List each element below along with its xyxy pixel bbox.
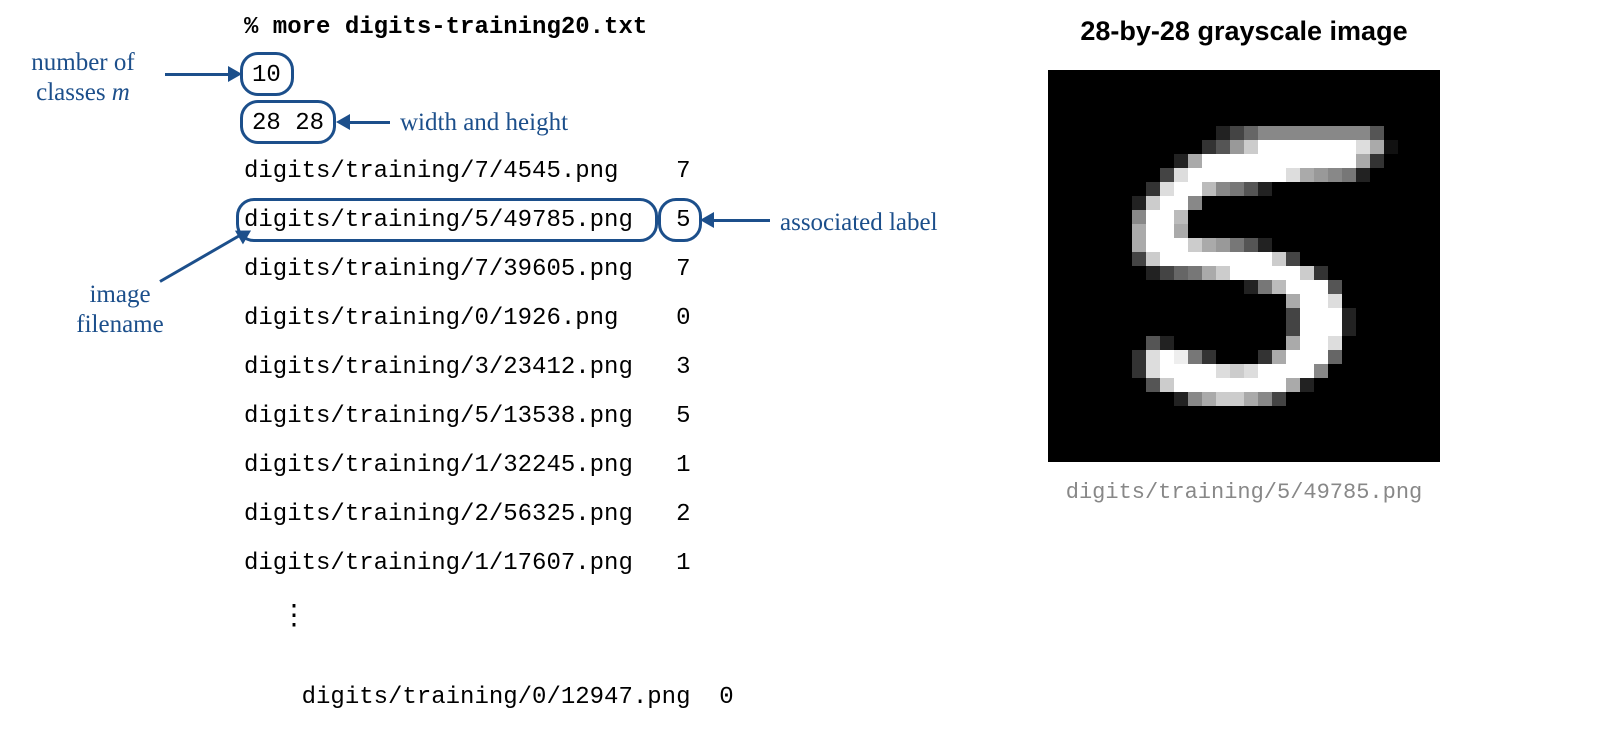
file-row: digits/training/7/39605.png 7 — [244, 258, 691, 282]
annot-filename-l2: filename — [76, 311, 163, 338]
command-line: % more digits-training20.txt — [244, 16, 647, 40]
file-row-label: 0 — [676, 305, 690, 332]
annot-classes-var: m — [112, 79, 130, 106]
last-row: digits/training/0/12947.png 0 — [244, 662, 734, 734]
last-row-label: 0 — [719, 684, 733, 711]
file-row-filename: digits/training/3/23412.png — [244, 354, 633, 381]
file-row-filename: digits/training/1/17607.png — [244, 550, 633, 577]
label-ring — [658, 198, 702, 242]
file-row-filename: digits/training/5/13538.png — [244, 403, 633, 430]
file-row: digits/training/7/4545.png 7 — [244, 160, 690, 184]
file-row-filename: digits/training/0/1926.png — [244, 305, 618, 332]
file-row-filename: digits/training/7/39605.png — [244, 256, 633, 283]
file-row: digits/training/3/23412.png 3 — [244, 356, 691, 380]
file-row-filename: digits/training/1/32245.png — [244, 452, 633, 479]
file-row-label: 1 — [676, 550, 690, 577]
arrow-filename-line — [159, 233, 243, 283]
file-row-label: 7 — [676, 256, 690, 283]
file-row: digits/training/2/56325.png 2 — [244, 503, 691, 527]
arrow-label-line — [714, 219, 770, 222]
dims-ring — [240, 100, 336, 144]
annot-label: associated label — [780, 208, 938, 238]
annot-dims: width and height — [400, 108, 568, 138]
file-row: digits/training/1/17607.png 1 — [244, 552, 691, 576]
file-row: digits/training/1/32245.png 1 — [244, 454, 691, 478]
image-title: 28-by-28 grayscale image — [1048, 16, 1440, 47]
annot-classes-line1: number of — [31, 49, 134, 76]
file-row-label: 1 — [676, 452, 690, 479]
file-row: digits/training/5/13538.png 5 — [244, 405, 691, 429]
arrow-label-head — [700, 212, 714, 228]
annot-filename-l1: image — [89, 281, 150, 308]
file-row-label: 3 — [676, 354, 690, 381]
ellipsis: ⋮ — [280, 604, 308, 632]
file-row-label: 7 — [676, 158, 690, 185]
file-row-filename: digits/training/7/4545.png — [244, 158, 618, 185]
arrow-classes-head — [228, 66, 242, 82]
annot-filename: image filename — [50, 280, 190, 340]
file-row-label: 2 — [676, 501, 690, 528]
file-row: digits/training/0/1926.png 0 — [244, 307, 690, 331]
image-caption: digits/training/5/49785.png — [1048, 480, 1440, 505]
last-row-file: digits/training/0/12947.png — [302, 684, 691, 711]
digit-image — [1048, 70, 1440, 462]
filename-ring — [236, 198, 658, 242]
annot-classes-line2a: classes — [36, 79, 112, 106]
file-row-label: 5 — [676, 403, 690, 430]
arrow-dims-line — [350, 121, 390, 124]
arrow-dims-head — [336, 114, 350, 130]
annot-classes: number of classes m — [8, 48, 158, 108]
arrow-classes-line — [165, 73, 228, 76]
file-row-filename: digits/training/2/56325.png — [244, 501, 633, 528]
classes-ring — [240, 52, 294, 96]
